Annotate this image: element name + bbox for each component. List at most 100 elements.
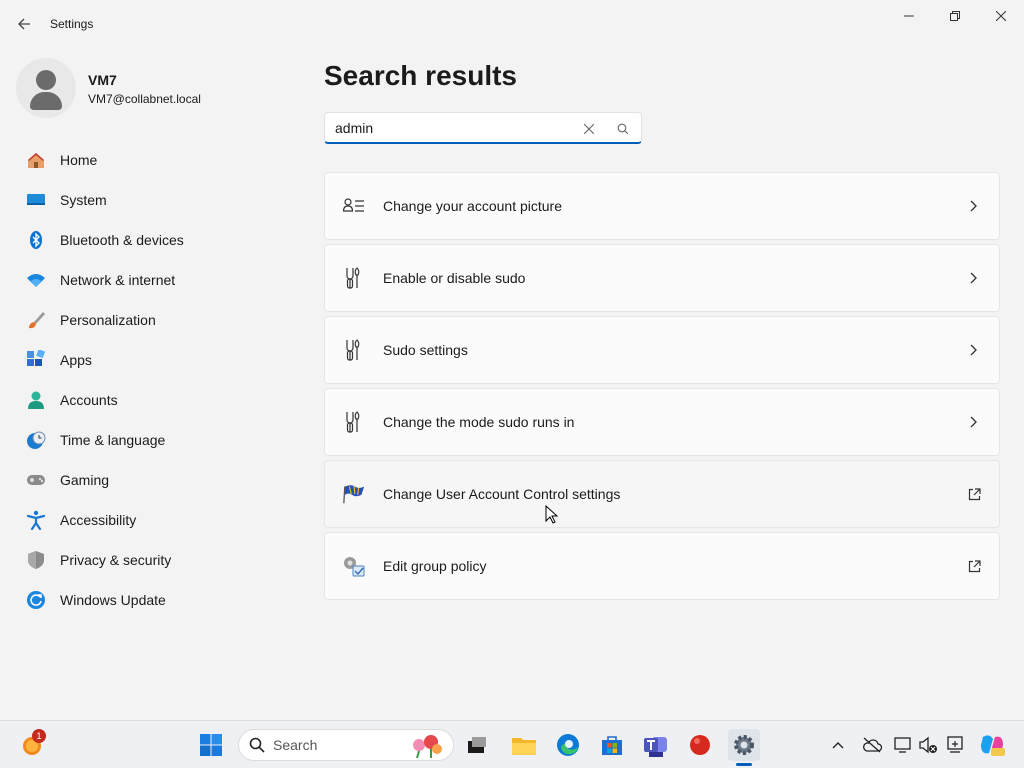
onedrive-tray-button[interactable]	[858, 729, 886, 761]
apps-icon	[26, 350, 46, 370]
result-uac-settings[interactable]: Change User Account Control settings	[324, 460, 1000, 528]
home-icon	[26, 150, 46, 170]
show-hidden-icons-button[interactable]	[824, 729, 852, 761]
clock-globe-icon	[26, 430, 46, 450]
sudo-icon	[342, 410, 366, 434]
store-button[interactable]	[596, 729, 628, 761]
chevron-right-icon	[965, 413, 983, 431]
user-profile[interactable]: VM7 VM7@collabnet.local	[16, 58, 296, 118]
record-app-button[interactable]	[684, 729, 716, 761]
page-title: Search results	[324, 60, 517, 91]
copilot-icon	[981, 735, 1005, 756]
avatar	[16, 58, 76, 118]
shield-icon	[26, 550, 46, 570]
notification-badge: 1	[32, 729, 46, 743]
sidebar-item-gaming[interactable]: Gaming	[16, 462, 296, 498]
clear-search-button[interactable]	[579, 119, 599, 139]
back-arrow-icon	[18, 18, 30, 30]
folder-icon	[512, 738, 536, 755]
taskbar-search[interactable]: Search	[238, 729, 454, 761]
mouse-cursor-icon	[545, 505, 559, 524]
open-external-icon	[965, 557, 983, 575]
sidebar-nav: Home System Bluetooth & devices Network …	[16, 142, 296, 622]
copilot-button[interactable]	[976, 729, 1008, 761]
sidebar-item-network[interactable]: Network & internet	[16, 262, 296, 298]
result-sudo-settings[interactable]: Sudo settings	[324, 316, 1000, 384]
search-icon	[617, 123, 629, 135]
gear-icon	[734, 735, 754, 755]
group-policy-icon	[342, 554, 366, 578]
close-button[interactable]	[978, 0, 1024, 32]
clear-icon	[584, 124, 594, 134]
result-edit-group-policy[interactable]: Edit group policy	[324, 532, 1000, 600]
windows-logo-icon	[200, 734, 222, 756]
settings-search-box[interactable]	[324, 112, 642, 144]
flowers-highlight-icon	[413, 735, 442, 759]
network-tray-button[interactable]	[942, 729, 970, 761]
sidebar-item-accessibility[interactable]: Accessibility	[16, 502, 296, 538]
sidebar-item-personalization[interactable]: Personalization	[16, 302, 296, 338]
restore-icon	[950, 11, 960, 21]
gamepad-icon	[26, 470, 46, 490]
file-explorer-button[interactable]	[508, 729, 540, 761]
monitor-icon	[894, 737, 911, 753]
search-button[interactable]	[613, 119, 633, 139]
accounts-icon	[26, 390, 46, 410]
title-bar: Settings	[0, 0, 1024, 48]
cloud-offline-icon	[863, 737, 882, 753]
start-button[interactable]	[195, 729, 227, 761]
minimize-button[interactable]	[886, 0, 932, 32]
minimize-icon	[904, 15, 914, 17]
search-icon	[249, 737, 265, 753]
sudo-icon	[342, 266, 366, 290]
result-enable-disable-sudo[interactable]: Enable or disable sudo	[324, 244, 1000, 312]
task-view-button[interactable]	[461, 729, 493, 761]
edge-browser-icon	[557, 734, 579, 756]
sidebar-item-apps[interactable]: Apps	[16, 342, 296, 378]
open-external-icon	[965, 485, 983, 503]
search-results-list: Change your account picture Enable or di…	[324, 172, 1000, 604]
sidebar-item-bluetooth[interactable]: Bluetooth & devices	[16, 222, 296, 258]
sidebar-item-windows-update[interactable]: Windows Update	[16, 582, 296, 618]
chevron-right-icon	[965, 269, 983, 287]
teams-button[interactable]	[640, 729, 672, 761]
red-record-icon	[690, 735, 710, 755]
store-icon	[602, 736, 622, 755]
sidebar-item-privacy[interactable]: Privacy & security	[16, 542, 296, 578]
account-picture-icon	[342, 194, 366, 218]
volume-tray-button[interactable]	[914, 729, 942, 761]
profile-email: VM7@collabnet.local	[88, 92, 201, 106]
sidebar-item-system[interactable]: System	[16, 182, 296, 218]
back-button[interactable]	[10, 10, 38, 38]
uac-flag-icon	[342, 482, 366, 506]
main-content: Search results Change your account pictu…	[324, 56, 1000, 600]
edge-button[interactable]	[552, 729, 584, 761]
speaker-muted-icon	[919, 736, 937, 754]
bluetooth-icon	[26, 230, 46, 250]
teams-icon	[644, 737, 667, 757]
wifi-icon	[26, 270, 46, 290]
close-icon	[996, 11, 1006, 21]
chevron-right-icon	[965, 197, 983, 215]
sudo-icon	[342, 338, 366, 362]
active-app-indicator	[736, 763, 752, 766]
sidebar-item-home[interactable]: Home	[16, 142, 296, 178]
task-view-icon	[468, 737, 486, 753]
update-icon	[26, 590, 46, 610]
settings-taskbar-button[interactable]	[728, 729, 760, 761]
chevron-up-icon	[832, 742, 844, 749]
search-input[interactable]	[335, 119, 575, 136]
accessibility-icon	[26, 510, 46, 530]
chevron-right-icon	[965, 341, 983, 359]
taskbar: 1 Search	[0, 720, 1024, 768]
sidebar-item-accounts[interactable]: Accounts	[16, 382, 296, 418]
network-icon	[947, 736, 963, 753]
profile-name: VM7	[88, 72, 117, 88]
result-change-sudo-mode[interactable]: Change the mode sudo runs in	[324, 388, 1000, 456]
restore-button[interactable]	[932, 0, 978, 32]
system-icon	[26, 190, 46, 210]
brush-icon	[26, 310, 46, 330]
result-change-account-picture[interactable]: Change your account picture	[324, 172, 1000, 240]
sidebar-item-time-language[interactable]: Time & language	[16, 422, 296, 458]
app-title: Settings	[50, 17, 94, 31]
